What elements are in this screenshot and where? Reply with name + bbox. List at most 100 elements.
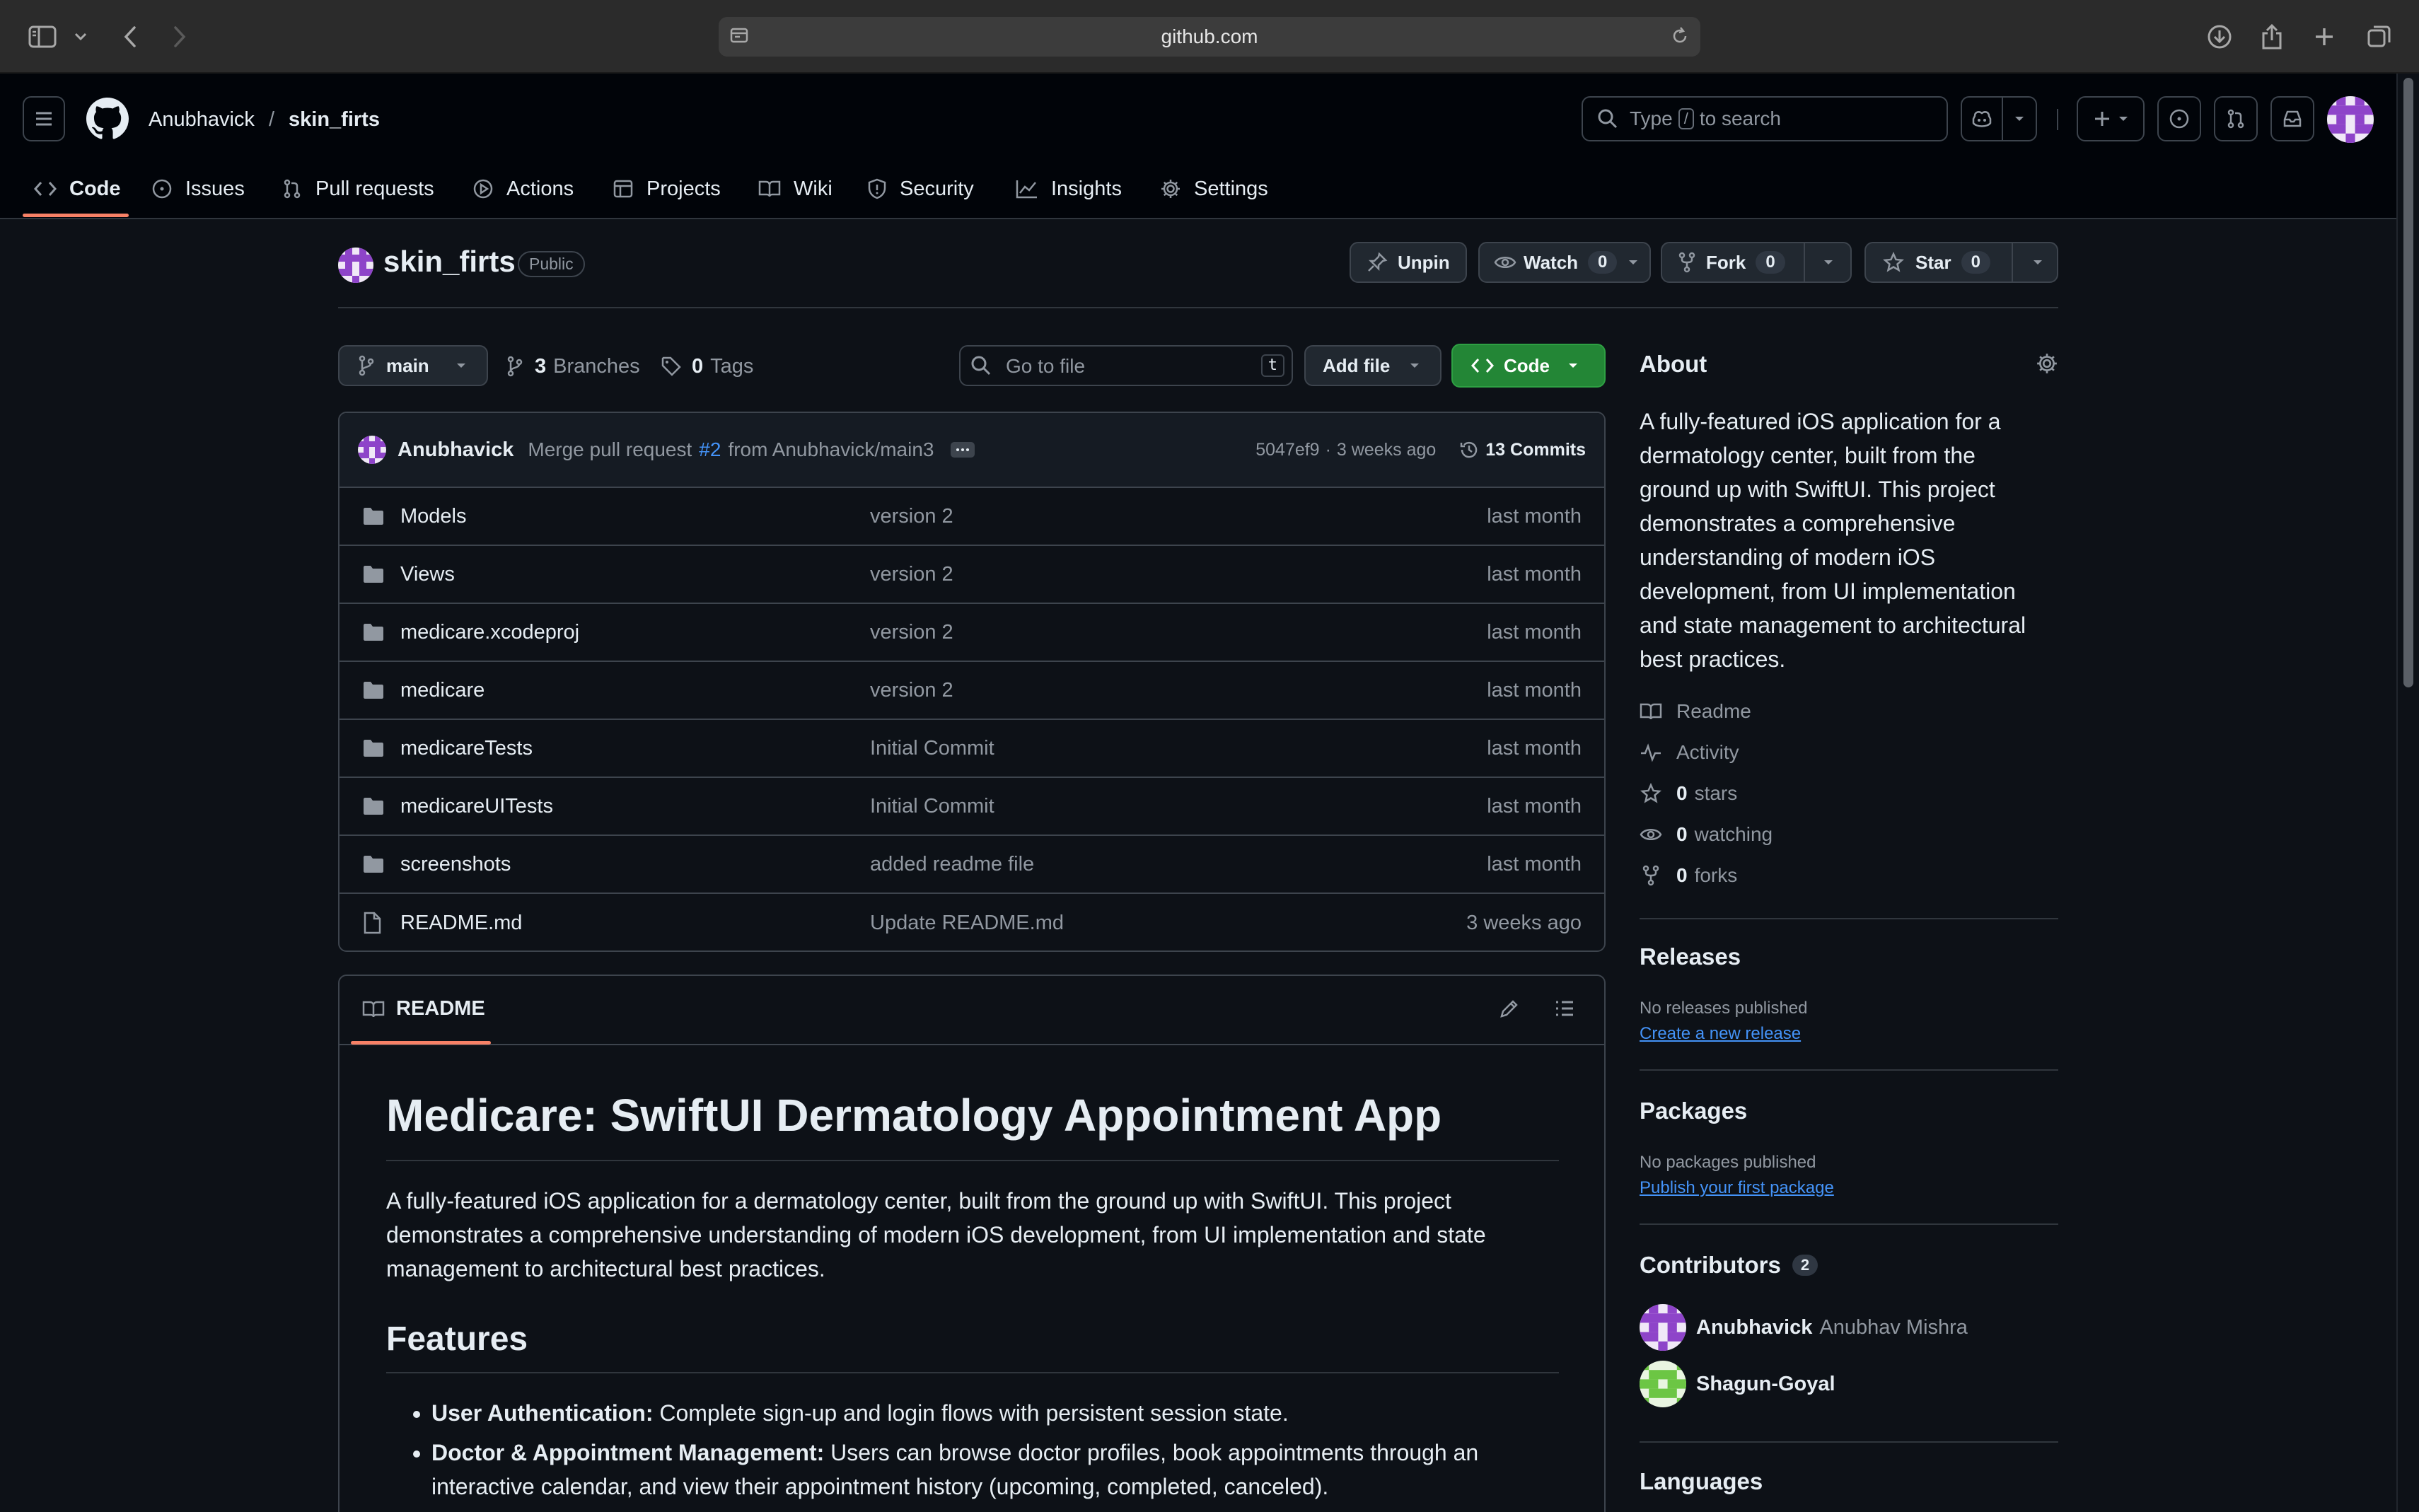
file-row[interactable]: screenshots added readme file last month (340, 836, 1604, 894)
copilot-dropdown[interactable] (2002, 96, 2037, 141)
github-header: Anubhavick / skin_firts Type / to search… (0, 74, 2396, 219)
code-button[interactable]: Code (1451, 344, 1606, 388)
github-logo-icon[interactable] (86, 98, 129, 140)
star-button[interactable]: Star 0 (1864, 242, 2058, 283)
repo-title[interactable]: skin_firts (383, 245, 516, 279)
branch-selector[interactable]: main (338, 345, 488, 386)
address-bar[interactable]: github.com (719, 17, 1700, 57)
stars-link[interactable]: 0 stars (1640, 782, 1737, 805)
file-commit-message[interactable]: version 2 (870, 621, 953, 644)
commit-author-avatar[interactable] (358, 436, 386, 464)
file-name[interactable]: screenshots (400, 853, 511, 876)
forks-link[interactable]: 0 forks (1640, 864, 1737, 887)
tab-code[interactable]: Code (34, 170, 121, 208)
create-release-link[interactable]: Create a new release (1640, 1024, 1801, 1044)
file-commit-message[interactable]: version 2 (870, 563, 953, 586)
commit-message-suffix[interactable]: from Anubhavick/main3 (728, 438, 934, 461)
scrollbar-track[interactable] (2396, 74, 2419, 1512)
watching-link[interactable]: 0 watching (1640, 823, 1773, 846)
branches-link[interactable]: 3 Branches (506, 354, 640, 379)
sidebar-toggle-icon[interactable] (25, 20, 59, 54)
commit-message[interactable]: Merge pull request (528, 438, 692, 461)
file-name[interactable]: Models (400, 505, 467, 528)
file-commit-message[interactable]: Initial Commit (870, 737, 994, 760)
activity-link[interactable]: Activity (1640, 741, 1739, 764)
reload-icon[interactable] (1669, 25, 1690, 47)
file-row[interactable]: medicare version 2 last month (340, 662, 1604, 720)
file-commit-message[interactable]: version 2 (870, 505, 953, 528)
search-input[interactable]: Type / to search (1582, 96, 1948, 141)
scrollbar-thumb[interactable] (2403, 78, 2413, 687)
fork-button[interactable]: Fork 0 (1661, 242, 1852, 283)
menu-button[interactable] (23, 96, 65, 141)
commit-author[interactable]: Anubhavick (398, 438, 514, 462)
file-commit-message[interactable]: Initial Commit (870, 795, 994, 818)
tab-pull-requests[interactable]: Pull requests (282, 170, 434, 208)
unpin-button[interactable]: Unpin (1350, 242, 1467, 283)
watching-count: 0 (1676, 823, 1688, 845)
about-settings-button[interactable] (2036, 352, 2058, 375)
copilot-button[interactable] (1961, 96, 2003, 141)
file-row[interactable]: medicare.xcodeproj version 2 last month (340, 604, 1604, 662)
readme-outline-button[interactable] (1553, 997, 1576, 1020)
readme-tab[interactable]: README (362, 997, 485, 1020)
file-row[interactable]: medicareTests Initial Commit last month (340, 720, 1604, 778)
tab-projects[interactable]: Projects (613, 170, 721, 208)
downloads-icon[interactable] (2203, 20, 2237, 54)
pull-requests-button[interactable] (2214, 96, 2258, 141)
file-name[interactable]: Views (400, 563, 455, 586)
repo-owner-avatar[interactable] (338, 248, 373, 283)
commit-expand-button[interactable] (951, 442, 975, 458)
inbox-button[interactable] (2270, 96, 2314, 141)
file-row[interactable]: medicareUITests Initial Commit last month (340, 778, 1604, 836)
share-icon[interactable] (2255, 20, 2289, 54)
breadcrumb-owner[interactable]: Anubhavick (149, 108, 255, 132)
create-new-button[interactable] (2077, 96, 2145, 141)
tab-actions[interactable]: Actions (472, 170, 574, 208)
commit-pr-link[interactable]: #2 (699, 438, 721, 461)
file-name[interactable]: medicareUITests (400, 795, 553, 818)
releases-heading[interactable]: Releases (1640, 943, 1741, 970)
file-row[interactable]: Models version 2 last month (340, 488, 1604, 546)
breadcrumb-repo[interactable]: skin_firts (289, 108, 380, 132)
contributors-heading[interactable]: Contributors 2 (1640, 1252, 1818, 1279)
contributor-item[interactable]: Shagun-Goyal (1640, 1361, 1835, 1407)
tags-link[interactable]: 0 Tags (661, 354, 753, 379)
page-settings-icon[interactable] (729, 25, 750, 47)
file-row[interactable]: Views version 2 last month (340, 546, 1604, 604)
watch-button[interactable]: Watch 0 (1478, 242, 1651, 283)
table-icon (613, 180, 633, 198)
file-name[interactable]: medicare.xcodeproj (400, 621, 579, 644)
user-avatar[interactable] (2327, 96, 2374, 143)
new-tab-icon[interactable] (2307, 20, 2341, 54)
tab-overview-icon[interactable] (2362, 20, 2396, 54)
commits-link[interactable]: 13 Commits (1458, 439, 1586, 460)
tab-wiki[interactable]: Wiki (758, 170, 833, 208)
issues-button[interactable] (2157, 96, 2201, 141)
chevron-down-icon[interactable] (66, 20, 95, 54)
readme-link[interactable]: Readme (1640, 700, 1751, 723)
file-name[interactable]: medicareTests (400, 737, 533, 760)
tab-actions-label: Actions (506, 177, 574, 200)
file-name[interactable]: medicare (400, 679, 485, 702)
book-icon (758, 180, 781, 197)
back-icon[interactable] (113, 20, 147, 54)
tab-issues[interactable]: Issues (151, 170, 245, 208)
packages-heading[interactable]: Packages (1640, 1098, 1747, 1124)
tab-insights[interactable]: Insights (1016, 170, 1122, 208)
file-commit-message[interactable]: version 2 (870, 679, 953, 702)
publish-package-link[interactable]: Publish your first package (1640, 1178, 1834, 1198)
contributors-count: 2 (1792, 1255, 1818, 1276)
file-row[interactable]: README.md Update README.md 3 weeks ago (340, 894, 1604, 950)
edit-readme-button[interactable] (1498, 997, 1521, 1020)
forward-icon[interactable] (163, 20, 197, 54)
file-commit-message[interactable]: added readme file (870, 853, 1034, 876)
tab-security[interactable]: Security (867, 170, 974, 208)
commit-hash[interactable]: 5047ef9 (1255, 440, 1319, 460)
add-file-button[interactable]: Add file (1304, 345, 1441, 386)
file-commit-message[interactable]: Update README.md (870, 912, 1064, 935)
contributor-item[interactable]: Anubhavick Anubhav Mishra (1640, 1304, 1968, 1351)
file-name[interactable]: README.md (400, 912, 522, 935)
tab-settings[interactable]: Settings (1160, 170, 1268, 208)
go-to-file-input[interactable]: Go to file t (959, 345, 1293, 386)
